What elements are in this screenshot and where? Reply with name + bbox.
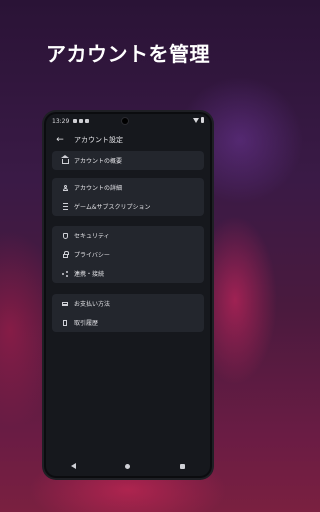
- nav-recents-button[interactable]: [180, 463, 186, 469]
- lock-icon: [62, 250, 69, 258]
- user-icon: [62, 184, 68, 191]
- menu-item-account-overview[interactable]: アカウントの概要: [52, 151, 204, 170]
- payment-group: お支払い方法 取引履歴: [52, 294, 204, 332]
- menu-item-linked-connections[interactable]: 連携・接続: [52, 264, 204, 283]
- menu-item-label: アカウントの詳細: [74, 185, 123, 192]
- home-icon: [60, 155, 69, 164]
- notification-icon: [79, 119, 84, 123]
- back-button[interactable]: ←: [50, 130, 70, 150]
- wifi-icon: [193, 117, 199, 123]
- menu-item-label: お支払い方法: [74, 301, 111, 308]
- menu-item-games-subscriptions[interactable]: ゲーム&サブスクリプション: [52, 197, 204, 216]
- status-bar: 13:29: [46, 114, 210, 128]
- app-screen: 13:29 ← アカウント設定 アカウントの概要 アカウントの詳細 ゲーム&サブ…: [46, 114, 210, 476]
- battery-icon: [201, 117, 204, 123]
- nav-home-button[interactable]: [125, 463, 131, 469]
- system-nav-bar: [46, 456, 210, 476]
- card-icon: [62, 301, 68, 306]
- notification-icon: [73, 119, 78, 123]
- menu-item-label: 取引履歴: [74, 320, 99, 327]
- phone-frame: 13:29 ← アカウント設定 アカウントの概要 アカウントの詳細 ゲーム&サブ…: [44, 112, 212, 478]
- app-bar: ← アカウント設定: [46, 128, 210, 152]
- menu-item-privacy[interactable]: プライバシー: [52, 245, 204, 264]
- menu-item-transaction-history[interactable]: 取引履歴: [52, 313, 204, 332]
- document-icon: [63, 319, 67, 326]
- notification-icon: [85, 119, 90, 123]
- menu-item-label: ゲーム&サブスクリプション: [74, 204, 151, 211]
- list-icon: [62, 203, 68, 210]
- shield-icon: [62, 232, 68, 239]
- share-icon: [62, 270, 68, 277]
- overview-group: アカウントの概要: [52, 151, 204, 170]
- menu-item-label: セキュリティ: [74, 233, 110, 240]
- menu-item-security[interactable]: セキュリティ: [52, 226, 204, 245]
- page-title: アカウント設定: [74, 136, 123, 144]
- front-camera: [122, 118, 128, 124]
- promo-headline: アカウントを管理: [46, 42, 210, 66]
- menu-item-label: アカウントの概要: [74, 158, 123, 165]
- notification-icons: [73, 119, 90, 123]
- menu-item-account-details[interactable]: アカウントの詳細: [52, 178, 204, 197]
- menu-item-label: 連携・接続: [74, 271, 105, 278]
- menu-item-label: プライバシー: [74, 252, 110, 259]
- security-group: セキュリティ プライバシー 連携・接続: [52, 226, 204, 283]
- status-time: 13:29: [52, 117, 70, 125]
- account-group: アカウントの詳細 ゲーム&サブスクリプション: [52, 178, 204, 216]
- arrow-left-icon: ←: [56, 135, 64, 145]
- menu-item-payment-methods[interactable]: お支払い方法: [52, 294, 204, 313]
- nav-back-button[interactable]: [70, 463, 76, 469]
